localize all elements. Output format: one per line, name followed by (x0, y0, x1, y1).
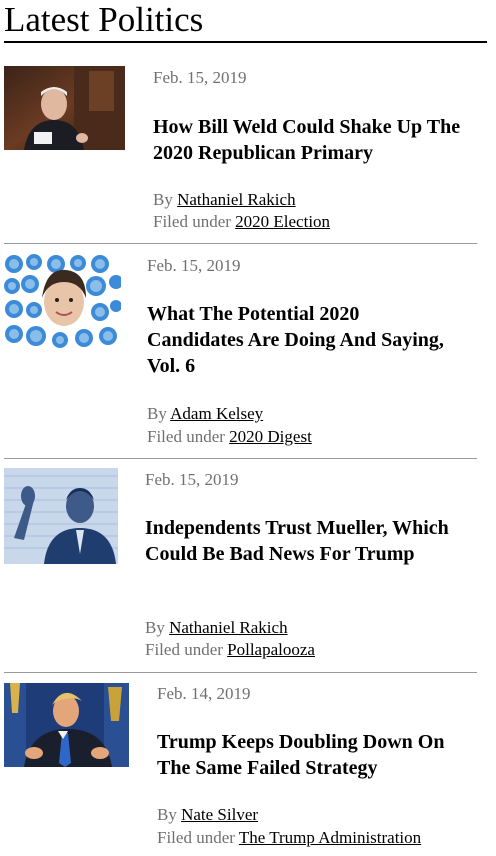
mueller-photo-image (4, 468, 118, 564)
article-filed-under: Filed under 2020 Election (153, 211, 330, 233)
article-date: Feb. 15, 2019 (145, 470, 239, 489)
byline-prefix: By (147, 404, 167, 423)
article-filed-under: Filed under The Trump Administration (157, 827, 421, 849)
author-link[interactable]: Nathaniel Rakich (169, 618, 288, 637)
filed-prefix: Filed under (157, 828, 235, 847)
category-link[interactable]: Pollapalooza (227, 640, 315, 659)
category-link[interactable]: The Trump Administration (239, 828, 421, 847)
article-date: Feb. 14, 2019 (157, 684, 251, 703)
article-date: Feb. 15, 2019 (147, 256, 241, 275)
filed-prefix: Filed under (147, 427, 225, 446)
filed-prefix: Filed under (153, 212, 231, 231)
bill-weld-photo-image (4, 66, 125, 150)
section-header: Latest Politics (4, 0, 487, 43)
filed-prefix: Filed under (145, 640, 223, 659)
article-thumbnail[interactable] (4, 254, 121, 350)
article-headline[interactable]: Independents Trust Mueller, Which Could … (145, 515, 470, 567)
candidates-collage-image (4, 254, 121, 350)
article-byline: By Nate Silver (157, 804, 258, 826)
article-thumbnail[interactable] (4, 468, 118, 564)
article-item: Feb. 14, 2019 Trump Keeps Doubling Down … (4, 673, 477, 856)
author-link[interactable]: Nate Silver (181, 805, 258, 824)
article-byline: By Nathaniel Rakich (145, 617, 288, 639)
author-link[interactable]: Nathaniel Rakich (177, 190, 296, 209)
article-item: Feb. 15, 2019 What The Potential 2020 Ca… (4, 244, 477, 459)
article-item: Feb. 15, 2019 Independents Trust Mueller… (4, 459, 477, 673)
article-byline: By Nathaniel Rakich (153, 189, 296, 211)
section-title: Latest Politics (4, 0, 204, 39)
byline-prefix: By (157, 805, 177, 824)
article-headline[interactable]: How Bill Weld Could Shake Up The 2020 Re… (153, 114, 483, 166)
category-link[interactable]: 2020 Digest (229, 427, 312, 446)
article-date: Feb. 15, 2019 (153, 68, 247, 87)
article-thumbnail[interactable] (4, 683, 129, 767)
trump-photo-image (4, 683, 129, 767)
category-link[interactable]: 2020 Election (235, 212, 330, 231)
article-item: Feb. 15, 2019 How Bill Weld Could Shake … (4, 44, 477, 244)
article-filed-under: Filed under 2020 Digest (147, 426, 312, 448)
article-headline[interactable]: Trump Keeps Doubling Down On The Same Fa… (157, 729, 477, 781)
author-link[interactable]: Adam Kelsey (170, 404, 263, 423)
byline-prefix: By (145, 618, 165, 637)
article-thumbnail[interactable] (4, 66, 125, 150)
article-filed-under: Filed under Pollapalooza (145, 639, 315, 661)
byline-prefix: By (153, 190, 173, 209)
article-headline[interactable]: What The Potential 2020 Candidates Are D… (147, 301, 447, 379)
article-byline: By Adam Kelsey (147, 403, 263, 425)
